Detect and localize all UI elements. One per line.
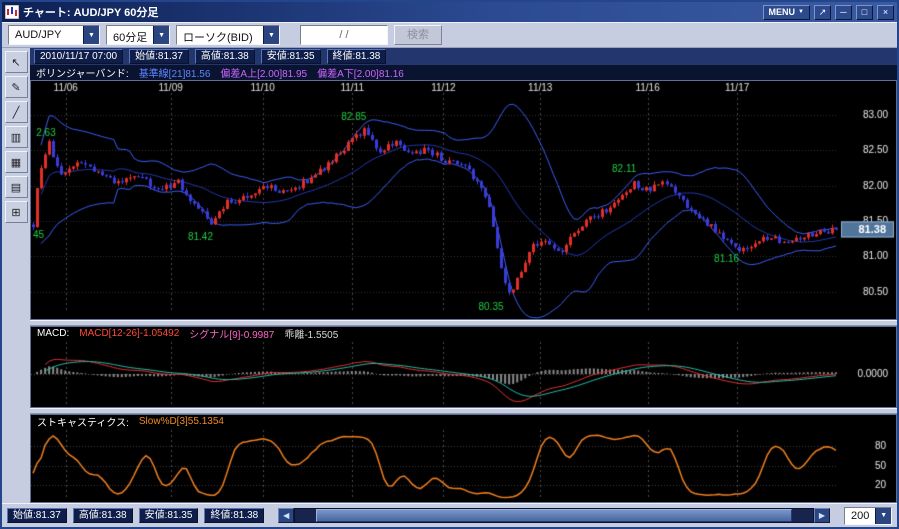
status-high-value: 高値:81.38 xyxy=(72,508,133,523)
macd-title: MACD: xyxy=(37,328,70,339)
bar-count-value: 200 xyxy=(851,509,870,522)
status-bar: 始値:81.37 高値:81.38 安値:81.35 終値:81.38 ◀ ▶ … xyxy=(2,503,897,527)
chart-column: 2010/11/17 07:00 始値:81.37 高値:81.38 安値:81… xyxy=(30,48,897,503)
high-value: 高値:81.38 xyxy=(194,49,255,64)
select-tool-icon: ↖ xyxy=(11,56,21,69)
pencil-tool-button[interactable]: ✎ xyxy=(4,76,28,98)
candlestick-icon: ▥ xyxy=(10,131,22,144)
macd-canvas[interactable] xyxy=(31,340,896,407)
candlestick-tool-button[interactable]: ▥ xyxy=(4,126,28,148)
scroll-right-button[interactable]: ▶ xyxy=(814,508,830,523)
bollinger-title: ボリンジャーバンド: xyxy=(36,69,129,80)
line-tool-button[interactable]: ╱ xyxy=(4,101,28,123)
print-icon: ▤ xyxy=(10,181,22,194)
settings-tool-button[interactable]: ⊞ xyxy=(4,201,28,223)
maximize-icon: □ xyxy=(861,6,868,17)
menu-button-label: MENU xyxy=(768,6,796,17)
main-chart-canvas[interactable] xyxy=(31,81,896,319)
symbol-select-value: AUD/JPY xyxy=(15,29,62,41)
popout-icon: ↗ xyxy=(818,6,827,17)
low-value: 安値:81.35 xyxy=(260,49,321,64)
pencil-icon: ✎ xyxy=(11,81,21,94)
grid-tool-button[interactable]: ▦ xyxy=(4,151,28,173)
timeframe-select-value: 60分足 xyxy=(113,32,148,44)
scrollbar-thumb[interactable] xyxy=(315,509,793,522)
grid-icon: ▦ xyxy=(10,156,22,169)
symbol-select[interactable]: AUD/JPY ▼ xyxy=(8,25,100,45)
chevron-down-icon: ▼ xyxy=(263,26,279,44)
search-button[interactable]: 検索 xyxy=(394,25,442,45)
price-type-select-value: ローソク(BID) xyxy=(183,32,253,44)
minimize-icon: ─ xyxy=(840,6,847,17)
trendline-icon: ╱ xyxy=(12,106,20,119)
chevron-down-icon: ▼ xyxy=(875,507,891,524)
scroll-right-icon: ▶ xyxy=(818,511,826,520)
window-title: チャート: AUD/JPY 60分足 xyxy=(23,7,159,19)
bar-count-select[interactable]: 200 ▼ xyxy=(844,506,892,525)
titlebar: チャート: AUD/JPY 60分足 MENU ▼ ↗ ─ □ × xyxy=(2,2,897,22)
popout-button[interactable]: ↗ xyxy=(814,4,831,20)
bollinger-upper-value: 偏差A上[2.00]81.95 xyxy=(220,69,308,80)
scrollbar-track[interactable] xyxy=(294,508,814,523)
status-open-value: 始値:81.37 xyxy=(7,508,67,523)
chart-scrollbar: ◀ ▶ xyxy=(278,508,830,523)
chevron-down-icon: ▼ xyxy=(83,26,99,44)
settings-icon: ⊞ xyxy=(11,206,21,219)
chart-window: チャート: AUD/JPY 60分足 MENU ▼ ↗ ─ □ × AUD/JP… xyxy=(0,0,899,529)
open-value: 始値:81.37 xyxy=(129,49,189,64)
menu-button[interactable]: MENU ▼ xyxy=(762,4,810,20)
close-value: 終値:81.38 xyxy=(326,49,387,64)
chevron-down-icon: ▼ xyxy=(153,26,169,44)
app-icon xyxy=(4,4,20,20)
tool-sidebar: ↖ ✎ ╱ ▥ ▦ ▤ ⊞ xyxy=(2,48,30,503)
menu-arrow-icon: ▼ xyxy=(798,9,804,15)
toolbar: AUD/JPY ▼ 60分足 ▼ ローソク(BID) ▼ / / 検索 xyxy=(2,22,897,48)
price-chart-panel xyxy=(30,80,897,320)
close-button[interactable]: × xyxy=(877,4,894,20)
macd-info-bar: MACD: MACD[12-26]-1.05492 シグナル[9]-0.9987… xyxy=(31,327,896,341)
macd-divergence-value: 乖離-1.5505 xyxy=(284,330,339,341)
macd-signal-value: シグナル[9]-0.9987 xyxy=(189,330,275,341)
bollinger-info-bar: ボリンジャーバンド: 基準線[21]81.56 偏差A上[2.00]81.95 … xyxy=(30,65,897,80)
maximize-button[interactable]: □ xyxy=(856,4,873,20)
timeframe-select[interactable]: 60分足 ▼ xyxy=(106,25,170,45)
scroll-left-icon: ◀ xyxy=(283,511,290,520)
date-input[interactable]: / / xyxy=(300,25,388,45)
print-tool-button[interactable]: ▤ xyxy=(4,176,28,198)
stochastics-info-bar: ストキャスティクス: Slow%D[3]55.1354 xyxy=(31,415,896,429)
stoch-canvas[interactable] xyxy=(31,428,896,502)
stochastics-value: Slow%D[3]55.1354 xyxy=(138,416,224,427)
bollinger-lower-value: 偏差A下[2.00]81.16 xyxy=(317,69,404,80)
price-type-select[interactable]: ローソク(BID) ▼ xyxy=(176,25,280,45)
content-area: ↖ ✎ ╱ ▥ ▦ ▤ ⊞ 2010/11/17 07:00 始値:81.37 … xyxy=(2,48,897,503)
close-icon: × xyxy=(882,6,889,17)
datetime-display: 2010/11/17 07:00 xyxy=(34,49,124,64)
stochastics-title: ストキャスティクス: xyxy=(37,418,129,429)
select-tool-button[interactable]: ↖ xyxy=(4,51,28,73)
stochastics-panel: ストキャスティクス: Slow%D[3]55.1354 xyxy=(30,414,897,503)
status-low-value: 安値:81.35 xyxy=(138,508,199,523)
scroll-left-button[interactable]: ◀ xyxy=(278,508,295,523)
bollinger-mid-value: 基準線[21]81.56 xyxy=(138,69,211,80)
macd-panel: MACD: MACD[12-26]-1.05492 シグナル[9]-0.9987… xyxy=(30,326,897,408)
minimize-button[interactable]: ─ xyxy=(835,4,852,20)
macd-value: MACD[12-26]-1.05492 xyxy=(79,328,180,339)
ohlc-info-bar: 2010/11/17 07:00 始値:81.37 高値:81.38 安値:81… xyxy=(30,48,897,65)
status-close-value: 終値:81.38 xyxy=(204,508,265,523)
